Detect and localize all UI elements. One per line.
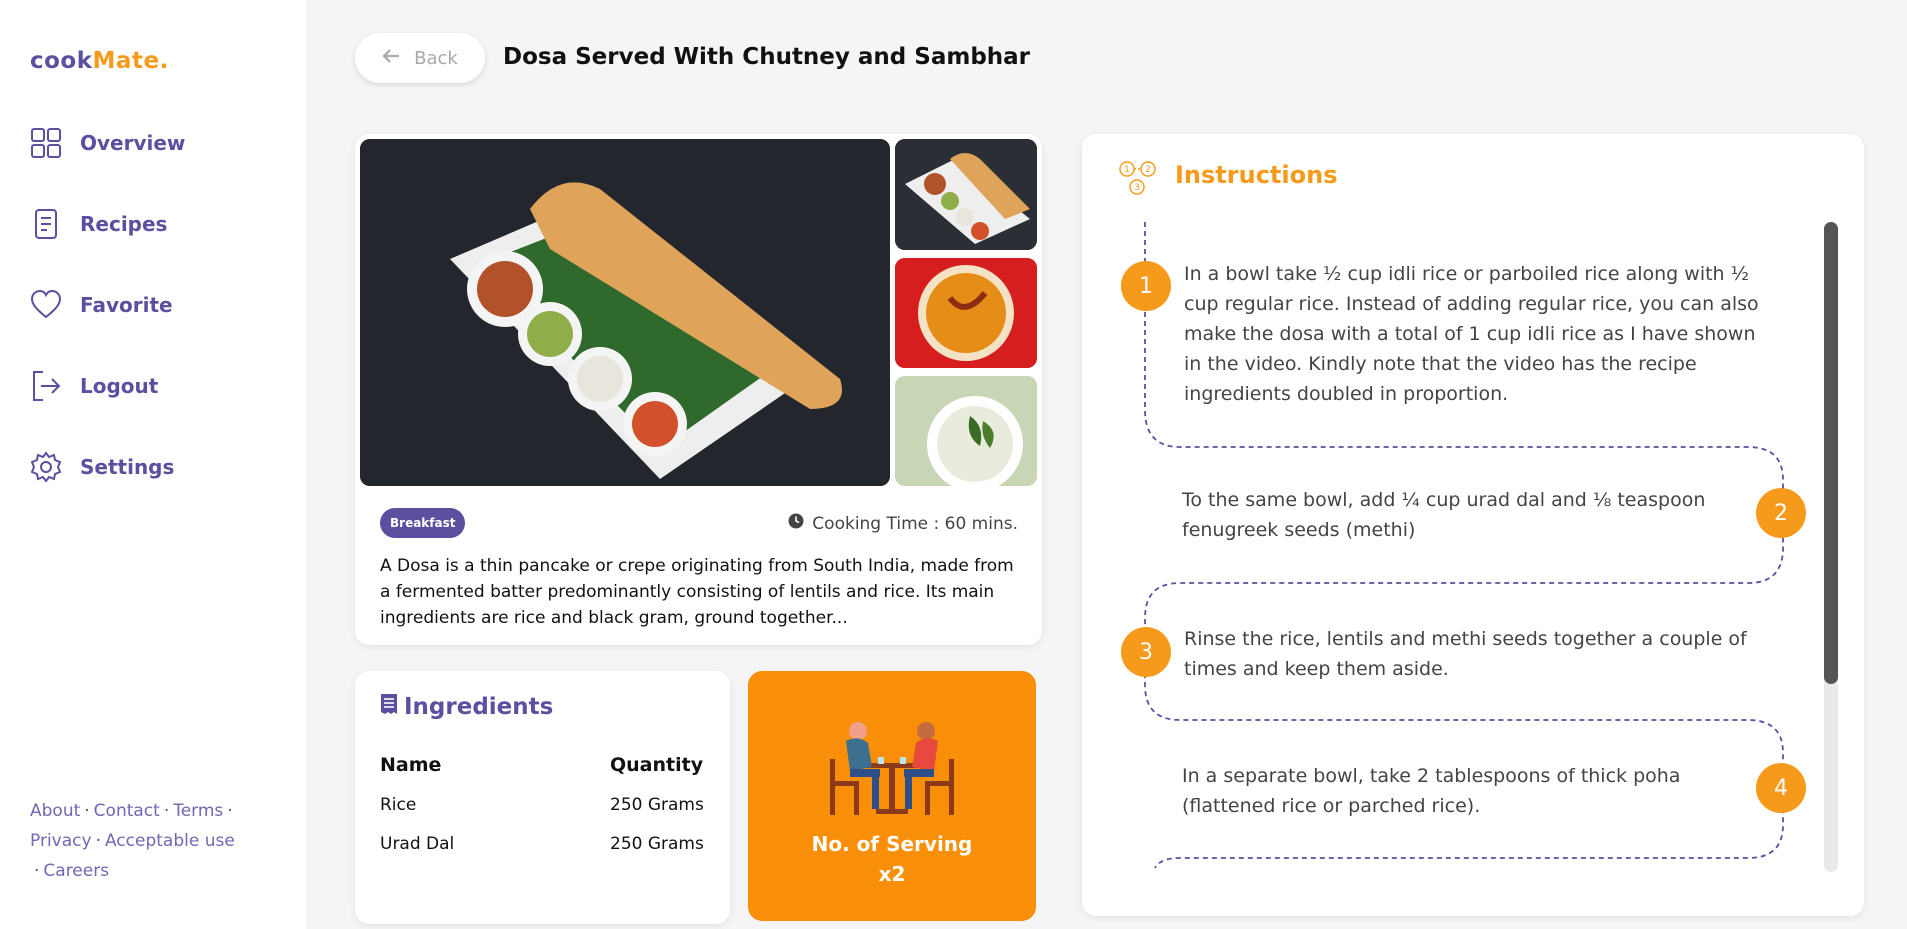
logout-icon [30, 370, 62, 402]
cooking-time: Cooking Time : 60 mins. [788, 513, 1018, 534]
instructions-title: Instructions [1175, 161, 1338, 189]
serving-count: x2 [878, 862, 906, 886]
sidebar-item-favorite[interactable]: Favorite [30, 288, 185, 322]
cooking-time-text: Cooking Time : 60 mins. [812, 513, 1018, 534]
ingredient-name: Rice [380, 794, 417, 815]
back-label: Back [414, 47, 458, 69]
clock-icon [788, 513, 804, 534]
column-header-name: Name [380, 754, 442, 776]
table-row: Rice 250 Grams [380, 785, 710, 824]
grid-icon [30, 127, 62, 159]
serving-card: No. of Serving x2 [748, 671, 1036, 921]
footer-link-contact[interactable]: Contact [94, 801, 160, 821]
footer-link-about[interactable]: About [30, 801, 80, 821]
footer-link-careers[interactable]: Careers [43, 861, 109, 881]
sidebar-item-label: Logout [80, 374, 159, 398]
recipe-main-image[interactable] [360, 139, 890, 486]
instructions-card: 1 2 3 Instructions [1082, 134, 1864, 916]
ingredients-card: Ingredients Name Quantity Rice 250 Grams… [355, 671, 730, 924]
app-logo[interactable]: cookMate. [30, 48, 169, 74]
sidebar-item-label: Favorite [80, 293, 173, 317]
instructions-scrollbar[interactable] [1824, 222, 1838, 872]
svg-text:3: 3 [1134, 183, 1140, 193]
document-icon [30, 208, 62, 240]
svg-text:2: 2 [1145, 165, 1151, 175]
column-header-quantity: Quantity [610, 754, 704, 776]
sidebar-item-settings[interactable]: Settings [30, 450, 185, 484]
ingredients-title: Ingredients [404, 694, 554, 720]
numbered-steps-icon: 1 2 3 [1118, 160, 1158, 200]
dining-people-illustration [828, 719, 956, 823]
logo-part-2: Mate. [92, 48, 169, 74]
gear-icon [30, 451, 62, 483]
footer-link-privacy[interactable]: Privacy [30, 831, 92, 851]
ingredient-quantity: 250 Grams [610, 794, 704, 815]
ingredient-name: Urad Dal [380, 833, 455, 854]
ingredient-quantity: 250 Grams [610, 833, 704, 854]
recipe-card: Breakfast Cooking Time : 60 mins. A Dosa… [355, 134, 1042, 645]
sidebar-item-recipes[interactable]: Recipes [30, 207, 185, 241]
footer-link-acceptable-use[interactable]: Acceptable use [105, 831, 235, 851]
serving-label: No. of Serving [811, 832, 973, 856]
sidebar-nav: Overview Recipes Favorite Logout Setting… [30, 126, 185, 531]
footer-links: About · Contact · Terms · Privacy · Acceptable … [30, 801, 235, 881]
sidebar: cookMate. Overview Recipes Favorite Logo… [0, 0, 306, 929]
page-title: Dosa Served With Chutney and Sambhar [503, 44, 1031, 70]
svg-text:1: 1 [1124, 165, 1130, 175]
back-button[interactable]: Back [355, 33, 485, 83]
table-header: Name Quantity [380, 745, 710, 785]
ingredients-heading: Ingredients [380, 693, 553, 721]
sidebar-item-label: Recipes [80, 212, 168, 236]
heart-icon [30, 289, 62, 321]
recipe-thumbnail-3[interactable] [895, 376, 1037, 486]
receipt-icon [380, 693, 398, 721]
table-row: Urad Dal 250 Grams [380, 824, 710, 863]
scrollbar-thumb[interactable] [1824, 222, 1838, 684]
ingredients-table: Name Quantity Rice 250 Grams Urad Dal 25… [380, 745, 710, 863]
footer-link-terms[interactable]: Terms [173, 801, 223, 821]
category-badge: Breakfast [380, 508, 466, 538]
recipe-thumbnail-1[interactable] [895, 139, 1037, 250]
recipe-thumbnail-2[interactable] [895, 258, 1037, 368]
sidebar-item-label: Overview [80, 131, 186, 155]
recipe-description: A Dosa is a thin pancake or crepe origin… [380, 556, 1014, 628]
logo-part-1: cook [30, 48, 93, 74]
arrow-left-icon [382, 48, 400, 69]
sidebar-item-label: Settings [80, 455, 175, 479]
sidebar-item-logout[interactable]: Logout [30, 369, 185, 403]
sidebar-item-overview[interactable]: Overview [30, 126, 185, 160]
